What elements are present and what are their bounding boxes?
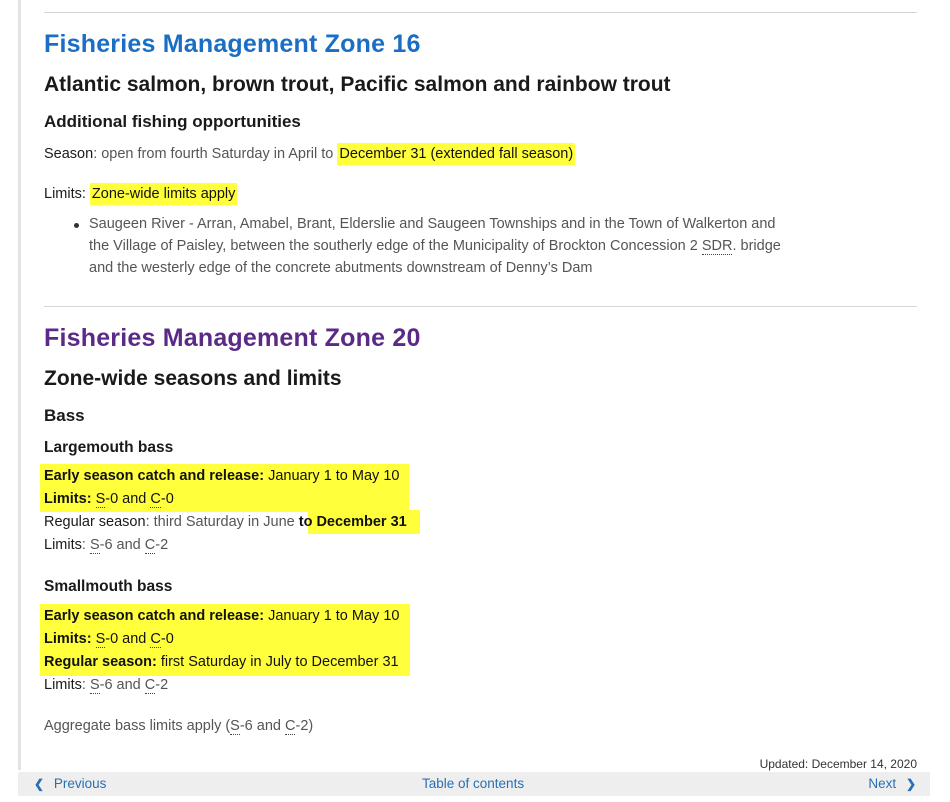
aggregate-pre: Aggregate bass limits apply ( <box>44 718 231 734</box>
bullet-line-3: and the westerly edge of the concrete ab… <box>89 260 593 276</box>
c-abbr[interactable]: C <box>144 537 156 554</box>
limits-sep: : <box>81 677 90 693</box>
next-link[interactable]: Next ❯ <box>868 776 916 791</box>
season-highlight: December 31 (extended fall season) <box>337 143 576 165</box>
limits-label: Limits: <box>44 631 92 647</box>
bullet-line-2-pre: the Village of Paisley, between the sout… <box>89 238 702 254</box>
table-of-contents-link[interactable]: Table of contents <box>422 776 524 791</box>
previous-link[interactable]: ❮ Previous <box>34 776 106 791</box>
s-value: -6 and <box>99 537 145 553</box>
divider <box>44 306 917 307</box>
s-value: -0 and <box>105 491 151 507</box>
regular-label: Regular season: <box>44 654 157 670</box>
zone16-season: Season: open from fourth Saturday in Apr… <box>44 143 576 165</box>
c-abbr[interactable]: C <box>285 718 296 735</box>
smallmouth-limits-2: Limits: S-6 and C-2 <box>44 677 169 694</box>
c-value: -0 <box>160 491 174 507</box>
regular-label: Regular season <box>44 514 146 530</box>
c-abbr[interactable]: C <box>150 631 161 648</box>
regular-value: : third Saturday in June <box>145 514 299 530</box>
left-border <box>18 0 21 770</box>
largemouth-heading: Largemouth bass <box>44 439 174 456</box>
regular-value: first Saturday in July to December 31 <box>156 654 399 670</box>
s-abbr[interactable]: S <box>89 677 100 694</box>
sdr-abbr[interactable]: SDR <box>701 238 733 255</box>
pagination-bar: ❮ Previous Table of contents Next ❯ <box>18 772 930 796</box>
early-value: January 1 to May 10 <box>264 608 400 624</box>
s-abbr[interactable]: S <box>89 537 100 554</box>
limits-sep: : <box>81 537 90 553</box>
s-abbr[interactable]: S <box>95 631 106 648</box>
bullet-line-2-post: . bridge <box>732 238 781 254</box>
next-label: Next <box>868 776 897 791</box>
limits-label: Limits <box>44 677 82 693</box>
list-bullet <box>74 223 79 228</box>
limits-label: Limits: <box>44 186 90 202</box>
largemouth-regular: Regular season: third Saturday in June t… <box>44 514 407 530</box>
smallmouth-limits-1: Limits: S-0 and C-0 <box>44 631 174 648</box>
previous-label: Previous <box>53 776 107 791</box>
largemouth-early: Early season catch and release: January … <box>44 468 399 484</box>
early-value: January 1 to May 10 <box>264 468 400 484</box>
s-value: -0 and <box>105 631 151 647</box>
divider <box>44 12 917 13</box>
s-abbr[interactable]: S <box>95 491 106 508</box>
smallmouth-early: Early season catch and release: January … <box>44 608 399 624</box>
chevron-right-icon: ❯ <box>905 777 916 791</box>
bullet-line-2: the Village of Paisley, between the sout… <box>89 238 781 255</box>
updated-date: Updated: December 14, 2020 <box>759 757 917 771</box>
c-abbr[interactable]: C <box>150 491 161 508</box>
regular-highlight: to December 31 <box>298 514 407 530</box>
c-abbr[interactable]: C <box>144 677 156 694</box>
zone16-species-heading: Atlantic salmon, brown trout, Pacific sa… <box>44 73 671 96</box>
season-text: : open from fourth Saturday in April to <box>93 146 338 162</box>
season-label: Season <box>44 146 94 162</box>
limits-label: Limits <box>44 537 82 553</box>
aggregate-post: -2) <box>295 718 314 734</box>
limits-label: Limits: <box>44 491 92 507</box>
zone20-title: Fisheries Management Zone 20 <box>44 324 421 352</box>
aggregate-mid: -6 and <box>239 718 285 734</box>
chevron-left-icon: ❮ <box>34 777 45 791</box>
early-label: Early season catch and release: <box>44 608 265 624</box>
bullet-line-1: Saugeen River - Arran, Amabel, Brant, El… <box>89 216 776 232</box>
zone20-subtitle: Zone-wide seasons and limits <box>44 367 342 390</box>
c-value: -2 <box>155 677 169 693</box>
aggregate-limits: Aggregate bass limits apply (S-6 and C-2… <box>44 718 314 735</box>
largemouth-limits-1: Limits: S-0 and C-0 <box>44 491 174 508</box>
zone16-limits: Limits: Zone-wide limits apply <box>44 183 238 205</box>
bass-heading: Bass <box>44 406 85 425</box>
limits-highlight: Zone-wide limits apply <box>89 183 238 205</box>
smallmouth-regular: Regular season: first Saturday in July t… <box>44 654 399 670</box>
c-value: -0 <box>160 631 174 647</box>
zone16-title: Fisheries Management Zone 16 <box>44 30 421 58</box>
c-value: -2 <box>155 537 169 553</box>
smallmouth-heading: Smallmouth bass <box>44 578 173 595</box>
early-label: Early season catch and release: <box>44 468 265 484</box>
largemouth-limits-2: Limits: S-6 and C-2 <box>44 537 169 554</box>
s-value: -6 and <box>99 677 145 693</box>
s-abbr[interactable]: S <box>230 718 240 735</box>
zone16-subheading: Additional fishing opportunities <box>44 112 301 131</box>
